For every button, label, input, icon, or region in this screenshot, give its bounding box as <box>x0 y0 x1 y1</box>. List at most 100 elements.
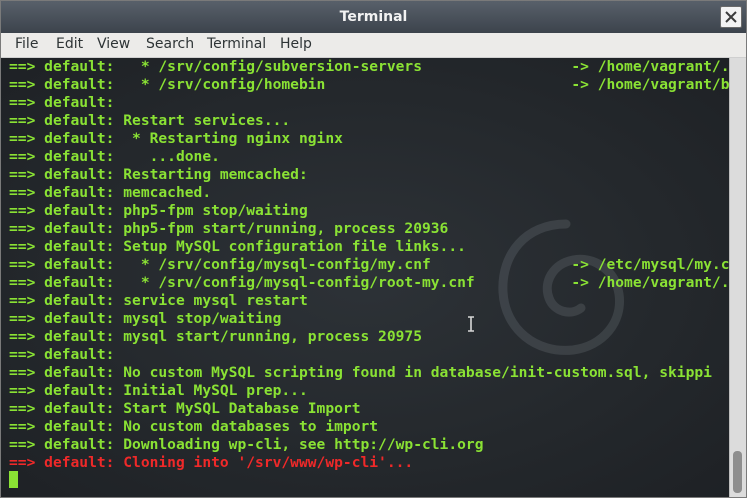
line-host: default: <box>44 58 115 75</box>
line-prompt-arrow: ==> <box>9 112 36 129</box>
terminal-line: ==> default: php5-fpm stop/waiting <box>9 202 729 220</box>
terminal-line: ==> default: Initial MySQL prep... <box>9 382 729 400</box>
line-prompt-arrow: ==> <box>9 58 36 75</box>
line-prompt-arrow: ==> <box>9 292 36 309</box>
line-host: default: <box>44 130 115 147</box>
line-text: mysql start/running, process 20975 <box>123 328 422 345</box>
terminal-line: ==> default: Downloading wp-cli, see htt… <box>9 436 729 454</box>
terminal-output[interactable]: ==> default: * /srv/config/subversion-se… <box>1 58 729 497</box>
line-prompt-arrow: ==> <box>9 220 36 237</box>
line-text: ...done. <box>123 148 220 165</box>
line-prompt-arrow: ==> <box>9 364 36 381</box>
terminal-line: ==> default: mysql stop/waiting <box>9 310 729 328</box>
terminal-line: ==> default: Start MySQL Database Import <box>9 400 729 418</box>
line-host: default: <box>44 238 115 255</box>
terminal-line: ==> default: memcached. <box>9 184 729 202</box>
line-host: default: <box>44 166 115 183</box>
line-host: default: <box>44 112 115 129</box>
vertical-scrollbar[interactable] <box>729 58 746 497</box>
line-host: default: <box>44 256 115 273</box>
line-prompt-arrow: ==> <box>9 274 36 291</box>
terminal-line: ==> default: php5-fpm start/running, pro… <box>9 220 729 238</box>
terminal-line: ==> default: Setup MySQL configuration f… <box>9 238 729 256</box>
terminal-line: ==> default: No custom MySQL scripting f… <box>9 364 729 382</box>
line-prompt-arrow: ==> <box>9 256 36 273</box>
line-host: default: <box>44 328 115 345</box>
line-text: No custom MySQL scripting found in datab… <box>123 364 712 381</box>
terminal-line: ==> default: * /srv/config/mysql-config/… <box>9 256 729 274</box>
terminal-line: ==> default: Restarting memcached: <box>9 166 729 184</box>
line-text: memcached. <box>123 184 212 201</box>
terminal-line: ==> default: Cloning into '/srv/www/wp-c… <box>9 454 729 472</box>
line-prompt-arrow: ==> <box>9 238 36 255</box>
line-text: * /srv/config/homebin -> /home/vagrant/b <box>123 76 729 93</box>
line-host: default: <box>44 202 115 219</box>
line-text: Restart services... <box>123 112 291 129</box>
line-host: default: <box>44 274 115 291</box>
line-prompt-arrow: ==> <box>9 382 36 399</box>
line-prompt-arrow: ==> <box>9 436 36 453</box>
line-host: default: <box>44 220 115 237</box>
menu-file[interactable]: File <box>15 36 38 52</box>
terminal-line: ==> default: <box>9 346 729 364</box>
line-prompt-arrow: ==> <box>9 148 36 165</box>
terminal-line: ==> default: service mysql restart <box>9 292 729 310</box>
menu-bar: File Edit View Search Terminal Help <box>1 33 746 58</box>
terminal-line: ==> default: * /srv/config/subversion-se… <box>9 58 729 76</box>
line-prompt-arrow: ==> <box>9 184 36 201</box>
line-host: default: <box>44 76 115 93</box>
terminal-lines: ==> default: * /srv/config/subversion-se… <box>9 58 729 472</box>
line-text: Start MySQL Database Import <box>123 400 361 417</box>
line-host: default: <box>44 148 115 165</box>
terminal-line: ==> default: mysql start/running, proces… <box>9 328 729 346</box>
line-host: default: <box>44 346 115 363</box>
terminal-line: ==> default: <box>9 94 729 112</box>
line-host: default: <box>44 184 115 201</box>
line-prompt-arrow: ==> <box>9 166 36 183</box>
title-bar[interactable]: Terminal <box>1 1 746 34</box>
line-prompt-arrow: ==> <box>9 94 36 111</box>
line-host: default: <box>44 382 115 399</box>
close-icon <box>725 11 737 23</box>
terminal-line: ==> default: ...done. <box>9 148 729 166</box>
line-text: Downloading wp-cli, see http://wp-cli.or… <box>123 436 484 453</box>
terminal-line: ==> default: * Restarting nginx nginx <box>9 130 729 148</box>
line-prompt-arrow: ==> <box>9 454 36 471</box>
line-host: default: <box>44 418 115 435</box>
line-prompt-arrow: ==> <box>9 346 36 363</box>
terminal-line: ==> default: Restart services... <box>9 112 729 130</box>
line-prompt-arrow: ==> <box>9 202 36 219</box>
line-host: default: <box>44 94 115 111</box>
line-host: default: <box>44 436 115 453</box>
line-text: php5-fpm stop/waiting <box>123 202 308 219</box>
line-text: php5-fpm start/running, process 20936 <box>123 220 449 237</box>
terminal-line: ==> default: * /srv/config/mysql-config/… <box>9 274 729 292</box>
line-host: default: <box>44 292 115 309</box>
line-prompt-arrow: ==> <box>9 400 36 417</box>
line-prompt-arrow: ==> <box>9 310 36 327</box>
close-button[interactable] <box>720 6 742 28</box>
terminal-line: ==> default: No custom databases to impo… <box>9 418 729 436</box>
terminal-cursor <box>9 471 18 488</box>
menu-help[interactable]: Help <box>280 36 312 52</box>
line-prompt-arrow: ==> <box>9 76 36 93</box>
window-title: Terminal <box>339 9 408 25</box>
line-text: mysql stop/waiting <box>123 310 282 327</box>
line-text: * /srv/config/mysql-config/my.cnf -> /et… <box>123 256 729 273</box>
menu-terminal[interactable]: Terminal <box>207 36 266 52</box>
line-text: Cloning into '/srv/www/wp-cli'... <box>123 454 414 471</box>
line-prompt-arrow: ==> <box>9 130 36 147</box>
menu-edit[interactable]: Edit <box>56 36 83 52</box>
line-text: service mysql restart <box>123 292 308 309</box>
scrollbar-thumb[interactable] <box>733 451 742 493</box>
line-text: Initial MySQL prep... <box>123 382 308 399</box>
menu-search[interactable]: Search <box>146 36 194 52</box>
line-host: default: <box>44 310 115 327</box>
line-host: default: <box>44 454 115 471</box>
line-text: * /srv/config/mysql-config/root-my.cnf -… <box>123 274 729 291</box>
terminal-window: Terminal File Edit View Search Terminal … <box>0 0 747 498</box>
line-text: * /srv/config/subversion-servers -> /hom… <box>123 58 729 75</box>
line-prompt-arrow: ==> <box>9 418 36 435</box>
line-host: default: <box>44 400 115 417</box>
menu-view[interactable]: View <box>97 36 130 52</box>
